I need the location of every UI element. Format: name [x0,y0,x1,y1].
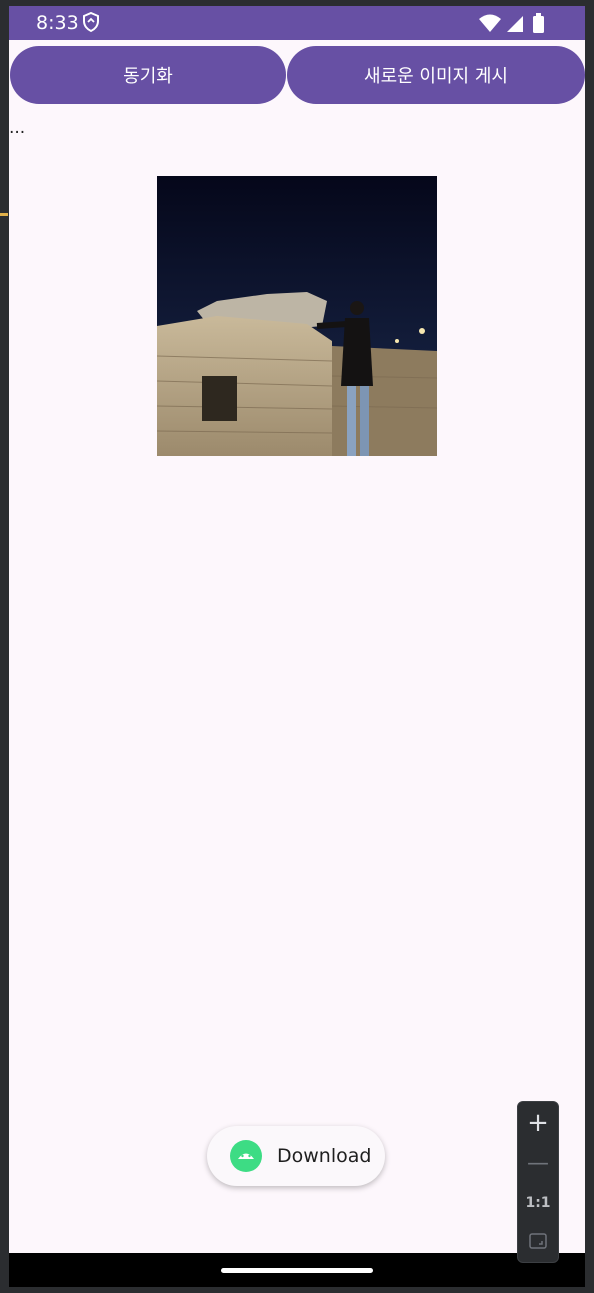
fit-screen-icon [529,1233,547,1249]
post-new-image-button[interactable]: 새로운 이미지 게시 [287,46,585,104]
emulator-frame-accent [0,213,8,216]
emulator-zoom-controls: + — 1:1 [517,1101,559,1263]
status-text: ... [9,118,26,138]
sync-button[interactable]: 동기화 [10,46,286,104]
status-bar: 8:33 [9,6,585,40]
fit-screen-button[interactable] [518,1222,558,1260]
download-chip[interactable]: Download [207,1126,385,1186]
posted-image[interactable] [157,176,437,456]
navigation-bar [9,1253,585,1287]
status-time: 8:33 [36,12,79,34]
zoom-out-button[interactable]: — [518,1144,558,1182]
battery-icon [533,13,544,33]
download-label: Download [277,1145,372,1167]
zoom-in-button[interactable]: + [518,1104,558,1142]
emulator-frame-left [0,0,9,1293]
emulator-frame-right [585,0,594,1293]
signal-icon [507,16,523,32]
wifi-icon [479,14,501,32]
device-screen: 8:33 동기화 새로운 이미지 게시 ... Download [9,6,585,1287]
shield-icon [83,12,99,32]
gesture-handle[interactable] [221,1268,373,1273]
android-icon [230,1140,262,1172]
actual-size-button[interactable]: 1:1 [518,1184,558,1222]
system-icons [479,13,544,33]
